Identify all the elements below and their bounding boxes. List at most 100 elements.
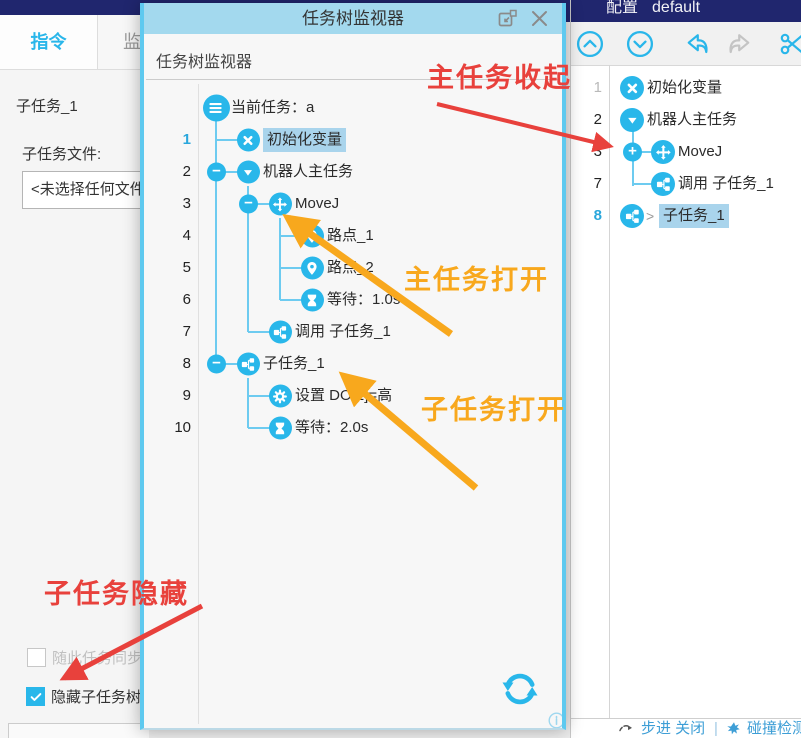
wait-icon: [269, 417, 292, 440]
subtask-icon: [269, 321, 292, 344]
row-number: 6: [157, 284, 191, 316]
app-window: 指令 监 子任务_1 子任务文件: <未选择任何文件 随此任务同步 隐藏子任务树…: [0, 0, 801, 738]
row-number: 3: [157, 188, 191, 220]
left-panel: 指令 监 子任务_1 子任务文件: <未选择任何文件 随此任务同步 隐藏子任务树: [0, 0, 140, 738]
tab-monitor[interactable]: 监: [97, 15, 140, 69]
subtask-icon: [237, 353, 260, 376]
row-number: 2: [576, 104, 602, 136]
tree-row[interactable]: 5 路点_2: [144, 252, 562, 284]
task-tree-monitor-dialog: 任务树监视器 任务树监视器: [140, 3, 566, 730]
tree-row-label: 机器人主任务: [263, 156, 353, 188]
subtask-icon: [651, 172, 675, 196]
row-number: 1: [576, 72, 602, 104]
tree-row-label: MoveJ: [295, 188, 339, 220]
tree-row-label: 调用 子任务_1: [295, 316, 391, 348]
close-icon[interactable]: [529, 8, 550, 29]
step-status-label[interactable]: 步进 关闭: [641, 719, 705, 738]
row-number: 3: [576, 136, 602, 168]
row-number: 4: [157, 220, 191, 252]
info-icon[interactable]: [548, 712, 562, 728]
sync-checkbox-row: 随此任务同步: [27, 647, 142, 668]
tree-row[interactable]: 当前任务：a: [144, 92, 562, 124]
tree-row[interactable]: 4 路点_1: [144, 220, 562, 252]
connector-line: [247, 378, 249, 428]
collapse-node-icon[interactable]: −: [207, 355, 226, 374]
triangle-down-icon: [620, 108, 644, 132]
row-number: 1: [157, 124, 191, 156]
left-panel-navy-strip: [0, 0, 140, 15]
row-number: 8: [576, 200, 602, 232]
row-number: 5: [157, 252, 191, 284]
row-number: 7: [576, 168, 602, 200]
tree-row[interactable]: 7 调用 子任务_1: [571, 168, 801, 200]
collapse-node-icon[interactable]: −: [239, 195, 258, 214]
row-number: 10: [157, 412, 191, 444]
left-panel-bottom-box: [8, 723, 149, 738]
subtask-file-label: 子任务文件:: [22, 143, 101, 164]
right-task-panel: 配置default 1初始化变量2机器人主任务3+Mo: [570, 0, 801, 738]
wait-icon: [301, 289, 324, 312]
waypoint-icon: [301, 225, 324, 248]
movej-icon: [269, 193, 292, 216]
collision-status-label[interactable]: 碰撞检测: [747, 719, 801, 738]
init-variable-icon: [237, 129, 260, 152]
row-prefix: >: [646, 200, 654, 232]
tree-row-label: 等待：1.0s: [327, 284, 400, 316]
dialog-task-tree: 当前任务：a1初始化变量2−机器人主任务3−MoveJ4路点_15路点_26等待…: [144, 34, 562, 728]
tree-row-label: 设置 DO[2]=高: [295, 380, 392, 412]
row-number: 2: [157, 156, 191, 188]
tree-row-label: 当前任务：a: [231, 92, 314, 124]
tree-row[interactable]: 1 初始化变量: [571, 72, 801, 104]
tree-row-label: 等待：2.0s: [295, 412, 368, 444]
sync-checkbox[interactable]: [27, 648, 46, 667]
tree-row[interactable]: 8− 子任务_1: [144, 348, 562, 380]
row-number: 9: [157, 380, 191, 412]
tree-row[interactable]: 3 − MoveJ: [144, 188, 562, 220]
status-separator: |: [714, 719, 718, 738]
left-tab-bar: 指令 监: [0, 15, 140, 70]
tree-row[interactable]: 6 等待：1.0s: [144, 284, 562, 316]
tree-row[interactable]: 3 + MoveJ: [571, 136, 801, 168]
subtask-title: 子任务_1: [16, 95, 78, 116]
tree-row[interactable]: 2 机器人主任务: [571, 104, 801, 136]
tree-row-label: 初始化变量: [263, 128, 346, 152]
check-icon: [29, 690, 43, 704]
init-variable-icon: [620, 76, 644, 100]
row-number: 7: [157, 316, 191, 348]
sync-checkbox-label: 随此任务同步: [52, 647, 142, 668]
waypoint-icon: [301, 257, 324, 280]
tree-row-label: 路点_2: [327, 252, 374, 284]
status-bar: 步进 关闭 | 碰撞检测: [571, 718, 801, 738]
connector-line: [279, 218, 281, 300]
tree-row-label: 子任务_1: [659, 204, 729, 228]
tree-row[interactable]: 8 >子任务_1: [571, 200, 801, 232]
menu-icon: [203, 95, 230, 122]
tree-row-label: 子任务_1: [263, 348, 325, 380]
restore-window-icon[interactable]: [497, 8, 518, 29]
tab-instruction[interactable]: 指令: [0, 15, 98, 69]
dialog-titlebar: 任务树监视器: [144, 3, 562, 34]
collision-detect-icon: [725, 720, 743, 738]
hide-subtask-checkbox[interactable]: [26, 687, 45, 706]
refresh-button[interactable]: [497, 666, 543, 712]
tree-row-label: 初始化变量: [647, 72, 722, 104]
tree-row-label: MoveJ: [678, 136, 722, 168]
tree-row[interactable]: 1 初始化变量: [144, 124, 562, 156]
triangle-down-icon: [237, 161, 260, 184]
tree-row-label: 调用 子任务_1: [678, 168, 774, 200]
tree-row[interactable]: 7 调用 子任务_1: [144, 316, 562, 348]
tree-row[interactable]: 9 设置 DO[2]=高: [144, 380, 562, 412]
collapse-node-icon[interactable]: −: [207, 163, 226, 182]
hide-checkbox-row: 隐藏子任务树: [26, 686, 141, 707]
expand-node-icon[interactable]: +: [623, 143, 642, 162]
tree-row-label: 机器人主任务: [647, 104, 737, 136]
tree-row[interactable]: 10 等待：2.0s: [144, 412, 562, 444]
movej-icon: [651, 140, 675, 164]
right-task-tree: 1 初始化变量 2 机器人主任务 3 + MoveJ 7 调用 子任务_1 8 >子任务_1: [571, 0, 801, 718]
connector-line: [215, 120, 217, 364]
gear-icon: [269, 385, 292, 408]
dialog-content: 任务树监视器 当前任务：a1初始化变量2−机器人主任务3−MoveJ4路点: [144, 34, 562, 728]
row-number: 8: [157, 348, 191, 380]
tree-row[interactable]: 2− 机器人主任务: [144, 156, 562, 188]
tree-row-label: 路点_1: [327, 220, 374, 252]
